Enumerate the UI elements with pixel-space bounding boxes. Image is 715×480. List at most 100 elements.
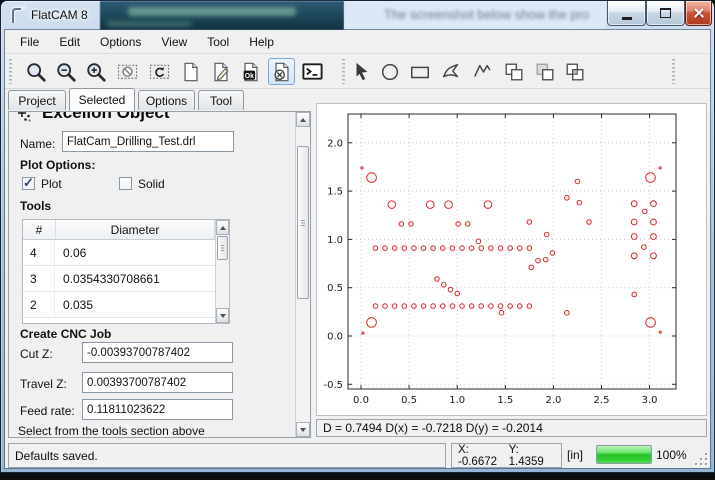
maximize-button[interactable] (646, 1, 685, 26)
replot-button[interactable] (146, 58, 173, 85)
toolbar-grip[interactable] (9, 59, 12, 84)
plot-checkbox-label: Plot (41, 177, 62, 191)
tab-tool[interactable]: Tool (198, 90, 244, 110)
replot-icon (148, 60, 171, 83)
edit-script-button[interactable] (207, 58, 234, 85)
svg-text:Ok: Ok (244, 72, 253, 79)
tab-project[interactable]: Project (8, 90, 66, 110)
units-label: [in] (567, 448, 583, 462)
plot-checkbox[interactable] (22, 177, 35, 190)
solid-checkbox-label: Solid (138, 177, 165, 191)
tab-options[interactable]: Options (138, 90, 195, 110)
toolbar-grip[interactable] (672, 59, 675, 84)
scrollbar-thumb[interactable] (297, 146, 309, 299)
scroll-down-button[interactable] (296, 422, 310, 437)
cursor-y: Y: 1.4359 (509, 444, 555, 468)
tool-row[interactable]: 2 0.035 (23, 292, 229, 318)
tool-row[interactable]: 4 0.06 (23, 240, 229, 266)
svg-text:2.0: 2.0 (327, 138, 343, 149)
flatcam-logo-icon[interactable] (9, 5, 27, 26)
circle-tool-button[interactable] (376, 58, 403, 85)
diameter-header[interactable]: Diameter (56, 220, 215, 239)
cursor-coordinates: X: -0.6672 Y: 1.4359 (451, 443, 562, 468)
svg-text:0.5: 0.5 (327, 283, 343, 294)
scroll-up-button[interactable] (216, 220, 229, 235)
union-tool-button[interactable] (500, 58, 527, 85)
svg-text:-0.5: -0.5 (323, 380, 343, 391)
scrollbar-thumb[interactable] (217, 236, 228, 260)
new-file-button[interactable] (177, 58, 204, 85)
name-input[interactable] (62, 131, 234, 152)
travel-z-label: Travel Z: (20, 377, 67, 391)
glass-reflection (128, 7, 296, 16)
tools-table: # Diameter 4 0.06 3 0.0354330708661 2 0.… (22, 219, 230, 324)
window-title: FlatCAM 8 (31, 8, 88, 22)
scroll-up-button[interactable] (296, 112, 310, 127)
svg-text:1.0: 1.0 (449, 395, 465, 406)
resize-grip[interactable] (694, 452, 707, 465)
run-script-ok-button[interactable]: Ok (237, 58, 264, 85)
shell-button[interactable] (299, 58, 326, 85)
travel-z-input[interactable] (82, 372, 233, 393)
name-label: Name: (20, 137, 55, 151)
toolbar-grip[interactable] (342, 59, 345, 84)
delete-object-button[interactable] (268, 58, 295, 85)
polygon-tool-button[interactable] (437, 58, 464, 85)
menu-item-options[interactable]: Options (90, 33, 151, 52)
edit-script-icon (210, 61, 232, 83)
close-icon (693, 7, 705, 19)
pointer-tool-button[interactable] (348, 58, 375, 85)
rectangle-icon (409, 61, 431, 83)
polyline-icon (472, 61, 494, 83)
rectangle-tool-button[interactable] (406, 58, 433, 85)
solid-checkbox[interactable] (119, 177, 132, 190)
tool-number: 3 (23, 266, 55, 291)
cnc-section-label: Create CNC Job (20, 327, 111, 341)
close-button[interactable] (685, 1, 712, 26)
svg-text:1.5: 1.5 (327, 187, 343, 198)
plot-canvas[interactable]: 0.00.51.01.52.02.53.0-0.50.00.51.01.52.0 (317, 104, 706, 415)
glass-reflection (106, 21, 192, 27)
panel-scrollbar[interactable] (295, 112, 310, 437)
svg-text:2.0: 2.0 (545, 395, 561, 406)
flatcam-window: The screenshot below show the pro FlatCA… (0, 0, 715, 480)
tools-label: Tools (20, 199, 51, 213)
plot-options-label: Plot Options: (20, 158, 95, 172)
svg-text:1.5: 1.5 (497, 395, 513, 406)
cursor-x: X: -0.6672 (458, 444, 509, 468)
zoom-out-button[interactable] (52, 58, 79, 85)
tool-diameter: 0.06 (55, 240, 229, 265)
svg-text:0.0: 0.0 (327, 332, 343, 343)
polyline-tool-button[interactable] (469, 58, 496, 85)
zoom-in-icon (85, 61, 107, 83)
menu-item-help[interactable]: Help (239, 33, 284, 52)
zoom-fit-button[interactable] (22, 58, 49, 85)
minimize-button[interactable] (607, 1, 646, 26)
menu-item-file[interactable]: File (10, 33, 49, 52)
zoom-fit-icon (25, 61, 47, 83)
scroll-down-button[interactable] (216, 308, 229, 323)
arrow-down-icon (300, 428, 306, 432)
intersect-tool-button[interactable] (561, 58, 588, 85)
delete-object-icon (271, 61, 293, 83)
zoom-in-button[interactable] (82, 58, 109, 85)
menu-item-view[interactable]: View (151, 33, 197, 52)
menu-item-edit[interactable]: Edit (49, 33, 90, 52)
shell-icon (301, 60, 324, 83)
subtract-icon (534, 61, 556, 83)
tool-row[interactable]: 3 0.0354330708661 (23, 266, 229, 292)
zoom-out-icon (55, 61, 77, 83)
subtract-tool-button[interactable] (531, 58, 558, 85)
table-scrollbar[interactable] (215, 220, 229, 323)
menu-bar: File Edit Options View Tool Help (10, 33, 284, 52)
clear-plot-button[interactable] (114, 58, 141, 85)
feed-rate-input[interactable] (82, 399, 233, 420)
cut-z-input[interactable] (82, 342, 233, 363)
tool-number: 4 (23, 240, 55, 265)
measurement-readout: D = 0.7494 D(x) = -0.7218 D(y) = -0.2014 (316, 419, 707, 437)
tools-hint: Select from the tools section above (18, 424, 288, 438)
tool-number-header[interactable]: # (23, 220, 56, 239)
tab-selected[interactable]: Selected (69, 88, 135, 111)
svg-text:1.0: 1.0 (327, 235, 343, 246)
menu-item-tool[interactable]: Tool (197, 33, 239, 52)
